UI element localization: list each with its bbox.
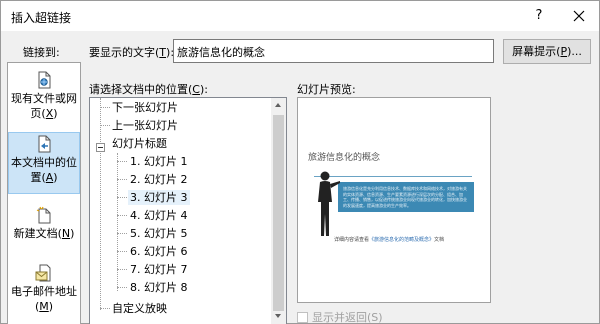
display-text-input[interactable]: 旅游信息化的概念 xyxy=(173,39,494,63)
tree-connector xyxy=(117,269,127,270)
close-button[interactable] xyxy=(567,4,591,28)
dialog-title: 插入超链接 xyxy=(11,11,72,25)
tree-connector xyxy=(117,179,127,180)
presenter-silhouette-icon xyxy=(318,171,340,236)
show-and-return-label: 显示并返回(S) xyxy=(312,311,383,324)
link-to-existing-file[interactable]: 现有文件或网 页(X) xyxy=(8,71,80,131)
slide-footer: 详细内容请查看《旅游信息化的范畴及概念》文档 xyxy=(334,236,444,243)
tree-item[interactable]: 上一张幻灯片 xyxy=(110,118,180,133)
link-to-place-in-document[interactable]: 本文档中的位 置(A) xyxy=(8,132,80,194)
email-address-icon xyxy=(35,264,51,282)
tree-item[interactable]: 2. 幻灯片 2 xyxy=(128,172,190,187)
display-text-label: 要显示的文字(T): xyxy=(89,44,174,60)
tree-connector xyxy=(117,287,127,288)
tree-connector xyxy=(117,153,118,291)
screentip-label-text: 屏幕提示( xyxy=(512,45,561,58)
tree-item[interactable]: 7. 幻灯片 7 xyxy=(128,262,190,277)
link-to-new-document[interactable]: 新建文档(N) xyxy=(8,206,80,266)
insert-hyperlink-dialog: 插入超链接 ? 链接到: 要显示的文字(T): 旅游信息化的概念 屏幕提示(P)… xyxy=(0,0,600,324)
tree-item[interactable]: 幻灯片标题 xyxy=(110,136,169,151)
place-in-document-line2: 置(A) xyxy=(30,171,58,184)
tree-item[interactable]: 1. 幻灯片 1 xyxy=(128,154,190,169)
scroll-down-icon[interactable] xyxy=(271,309,286,324)
screentip-button[interactable]: 屏幕提示(P)... xyxy=(503,39,591,64)
place-label-text: 请选择文档中的位置( xyxy=(89,83,193,96)
link-to-label: 链接到: xyxy=(23,46,60,59)
slide-preview-label: 幻灯片预览: xyxy=(297,83,356,96)
slide-footer-prefix: 详细内容请查看 xyxy=(334,237,370,243)
tree-connector xyxy=(117,215,127,216)
slide-body-text: 旅游信息化是充分利用信息技术、数据库技术和网络技术，对旅游有关的实体资源、信息资… xyxy=(343,186,467,208)
collapse-icon[interactable] xyxy=(96,143,105,152)
slide-preview: 旅游信息化的概念 旅游信息化是充分利用信息技术、数据库技术和网络技术，对旅游有关… xyxy=(297,97,491,303)
tree-item[interactable]: 8. 幻灯片 8 xyxy=(128,280,190,295)
display-text-label-text: 要显示的文字( xyxy=(89,46,160,59)
new-document-accesskey: N xyxy=(61,227,71,240)
help-button[interactable]: ? xyxy=(527,4,551,28)
place-in-document-line1: 本文档中的位 xyxy=(11,156,77,169)
scroll-up-icon[interactable] xyxy=(271,98,286,113)
document-place-tree: 下一张幻灯片 上一张幻灯片 幻灯片标题 1. 幻灯片 1 2. 幻灯片 2 3.… xyxy=(89,97,287,324)
link-to-sidebar: 现有文件或网 页(X) 本文档中的位 置(A) 新建文档(N) 电子邮件地址 (… xyxy=(7,62,81,324)
existing-file-icon xyxy=(38,71,51,89)
slide-title: 旅游信息化的概念 xyxy=(308,153,381,163)
tree-connector xyxy=(100,98,101,310)
existing-file-line2-text: 页 xyxy=(30,107,42,120)
slide-thumbnail: 旅游信息化的概念 旅游信息化是充分利用信息技术、数据库技术和网络技术，对旅游有关… xyxy=(298,98,490,302)
tree-item[interactable]: 下一张幻灯片 xyxy=(110,100,180,115)
tree-item-selected[interactable]: 3. 幻灯片 3 xyxy=(128,190,190,205)
tree-item[interactable]: 4. 幻灯片 4 xyxy=(128,208,190,223)
email-address-line2: (M) xyxy=(34,300,54,313)
place-in-document-label: 请选择文档中的位置(C): xyxy=(89,81,208,97)
place-in-document-icon xyxy=(38,135,51,153)
place-in-document-line2-text: 置 xyxy=(30,171,42,184)
tree-connector xyxy=(117,197,127,198)
tree-item[interactable]: 6. 幻灯片 6 xyxy=(128,244,190,259)
place-accesskey: C xyxy=(192,83,200,96)
slide-footer-suffix: 文档 xyxy=(434,237,445,243)
tree-scrollbar[interactable] xyxy=(271,98,286,324)
title-bar: 插入超链接 ? xyxy=(1,1,599,31)
new-document-label: 新建文档(N) xyxy=(13,227,75,240)
show-and-return-option[interactable]: 显示并返回(S) xyxy=(297,309,383,324)
help-icon: ? xyxy=(535,8,543,23)
close-icon xyxy=(573,10,585,22)
tree-connector xyxy=(100,308,110,309)
new-document-icon xyxy=(36,206,51,224)
slide-text-box: 旅游信息化是充分利用信息技术、数据库技术和网络技术，对旅游有关的实体资源、信息资… xyxy=(338,182,474,212)
link-to-existing-file-line2: 页(X) xyxy=(30,107,58,120)
scroll-thumb[interactable] xyxy=(273,115,284,311)
email-address-accesskey: M xyxy=(39,300,49,313)
place-in-document-accesskey: A xyxy=(45,171,54,184)
tree-item[interactable]: 5. 幻灯片 5 xyxy=(128,226,190,241)
link-to-existing-file-line1: 现有文件或网 xyxy=(11,92,77,105)
show-and-return-checkbox[interactable] xyxy=(297,312,308,323)
tree-item[interactable]: 自定义放映 xyxy=(110,301,169,316)
tree-connector xyxy=(117,251,127,252)
tree-connector xyxy=(117,233,127,234)
place-label-end: ): xyxy=(199,83,208,96)
link-to-email-address[interactable]: 电子邮件地址 (M) xyxy=(8,264,80,324)
slide-footer-link: 《旅游信息化的范畴及概念》 xyxy=(369,237,435,243)
existing-file-accesskey: X xyxy=(45,107,54,120)
tree-connector xyxy=(100,125,110,126)
tree-connector xyxy=(117,161,127,162)
new-document-label-text: 新建文档 xyxy=(13,227,58,240)
email-address-line1: 电子邮件地址 xyxy=(11,285,77,298)
screentip-label-end: )... xyxy=(567,45,582,58)
tree-connector xyxy=(100,107,110,108)
